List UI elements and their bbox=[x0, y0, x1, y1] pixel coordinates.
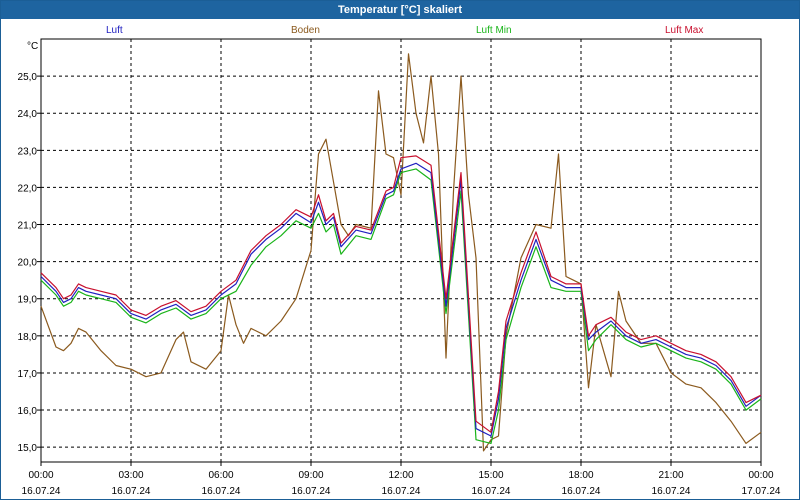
x-tick-label-time: 06:00 bbox=[208, 470, 233, 481]
x-tick-label-time: 21:00 bbox=[658, 470, 683, 481]
x-tick-label-date: 16.07.24 bbox=[22, 486, 61, 497]
x-tick-label-date: 16.07.24 bbox=[382, 486, 421, 497]
chart-window: Temperatur [°C] skaliert Luft Boden Luft… bbox=[0, 0, 800, 500]
x-tick-label-time: 00:00 bbox=[28, 470, 53, 481]
x-tick-label-time: 18:00 bbox=[568, 470, 593, 481]
x-tick-label-time: 09:00 bbox=[298, 470, 323, 481]
x-tick-label-time: 00:00 bbox=[748, 470, 773, 481]
x-tick-label-date: 16.07.24 bbox=[472, 486, 511, 497]
y-tick-label: 17,0 bbox=[18, 369, 38, 380]
y-tick-label: 19,0 bbox=[18, 295, 38, 306]
x-tick-label-date: 16.07.24 bbox=[652, 486, 691, 497]
x-tick-label-time: 12:00 bbox=[388, 470, 413, 481]
y-tick-label: 15,0 bbox=[18, 443, 38, 454]
y-tick-label: 22,0 bbox=[18, 183, 38, 194]
x-tick-label-date: 17.07.24 bbox=[742, 486, 781, 497]
y-tick-label: 16,0 bbox=[18, 406, 38, 417]
line-chart: 15,0 16,0 17,0 18,0 19,0 20,0 21,0 22,0 23,0 24,0… bbox=[18, 38, 781, 497]
y-tick-label: 20,0 bbox=[18, 258, 38, 269]
x-tick-label-time: 03:00 bbox=[118, 470, 143, 481]
x-tick-label-date: 16.07.24 bbox=[292, 486, 331, 497]
y-tick-label: 24,0 bbox=[18, 109, 38, 120]
y-tick-label: 25,0 bbox=[18, 72, 38, 83]
y-tick-label: 23,0 bbox=[18, 146, 38, 157]
y-tick-label: 21,0 bbox=[18, 221, 38, 232]
y-axis-label: °C bbox=[27, 41, 38, 52]
x-tick-label-date: 16.07.24 bbox=[202, 486, 241, 497]
y-tick-label: 18,0 bbox=[18, 332, 38, 343]
x-tick-label-time: 15:00 bbox=[478, 470, 503, 481]
x-tick-label-date: 16.07.24 bbox=[112, 486, 151, 497]
x-tick-label-date: 16.07.24 bbox=[562, 486, 601, 497]
